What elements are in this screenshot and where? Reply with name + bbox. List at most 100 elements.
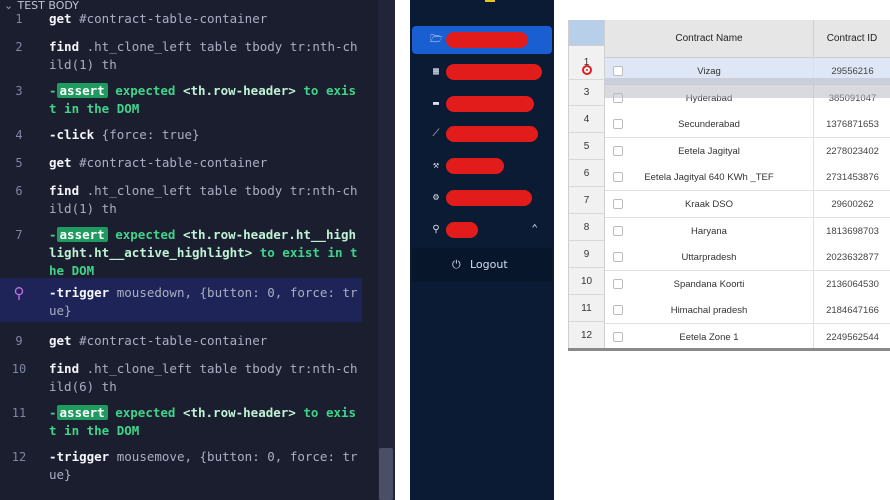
redacted-label (446, 158, 504, 174)
row-header[interactable]: 8 (569, 214, 605, 241)
table-row[interactable]: Spandana Koorti 2136064530 (605, 270, 890, 298)
row-checkbox[interactable] (613, 145, 623, 156)
command-row[interactable]: 7 - assert expected <th.row-header.ht__hig… (0, 226, 362, 284)
table-row[interactable]: Eetela Zone 1 2249562544 (605, 324, 890, 350)
table-row[interactable]: Himachal pradesh 2184647166 (605, 297, 890, 325)
command-token: .ht_clone_left table tbody tr:nth-child(… (49, 361, 358, 394)
row-checkbox[interactable] (613, 332, 623, 342)
sidebar-item-6[interactable]: ⚙ (412, 184, 552, 212)
contract-name-cell[interactable]: Eetela Zone 1 (605, 324, 814, 350)
sidebar-item-5[interactable]: ⚒ (412, 152, 552, 180)
command-number: 4 (15, 128, 23, 142)
contract-id-cell[interactable]: 2249562544 (814, 324, 890, 350)
row-checkbox[interactable] (613, 225, 623, 236)
contract-name-cell[interactable]: Haryana (605, 217, 814, 245)
row-header[interactable]: 3 (569, 80, 605, 106)
command-token: find (49, 361, 80, 376)
sidebar-item-4[interactable]: ⟋ (412, 120, 552, 148)
row-header[interactable]: 11 (569, 295, 605, 322)
contract-id-cell[interactable]: 2023632877 (814, 244, 890, 271)
table-row[interactable]: Secunderabad 1376871653 (605, 111, 890, 139)
command-row[interactable]: ⚲ -trigger mousedown, {button: 0, force: … (0, 278, 362, 322)
command-row[interactable]: 10 find .ht_clone_left table tbody tr:nth… (0, 360, 362, 400)
row-checkbox[interactable] (613, 66, 623, 76)
contract-name-cell[interactable]: Uttarpradesh (605, 244, 814, 272)
logout-button[interactable]: ⏻ Logout (412, 248, 552, 282)
contract-id-cell[interactable]: 2136064530 (814, 271, 890, 298)
contract-id-cell[interactable]: 1813698703 (814, 218, 890, 245)
command-token: #contract-table-container (71, 11, 268, 26)
command-row[interactable]: 2 find .ht_clone_left table tbody tr:nth-… (0, 38, 362, 78)
column-header[interactable]: Contract Name (605, 20, 814, 58)
command-number: 6 (15, 184, 23, 198)
command-row[interactable]: 3 - assert expected <th.row-header> to exi… (0, 82, 362, 122)
row-checkbox[interactable] (613, 199, 623, 209)
redacted-label (446, 96, 534, 112)
redacted-label (446, 32, 528, 48)
table-row[interactable]: Kraak DSO 29600262 (605, 191, 890, 218)
sidebar-item-7[interactable]: ⚲ ⌃ (412, 216, 552, 244)
row-header[interactable]: 6 (569, 160, 605, 187)
contract-name-cell[interactable]: Secunderabad (605, 111, 814, 139)
contract-name-cell[interactable]: Kraak DSO (605, 191, 814, 218)
table-row[interactable]: Haryana 1813698703 (605, 217, 890, 245)
sidebar-item-3[interactable]: ▬ (412, 90, 552, 118)
table-corner[interactable] (569, 20, 605, 46)
user-icon: ⚲ (432, 224, 440, 235)
table-bottom-border (568, 348, 890, 351)
contract-name-cell[interactable]: Eetela Jagityal (605, 137, 814, 165)
command-row[interactable]: 11 - assert expected <th.row-header> to ex… (0, 404, 362, 444)
contract-id-cell[interactable]: 29600262 (814, 191, 890, 218)
row-header[interactable]: 4 (569, 106, 605, 133)
redacted-label (446, 64, 542, 80)
command-text: - assert expected <th.row-header.ht__high… (49, 226, 361, 280)
contract-name-cell[interactable]: Himachal pradesh (605, 297, 814, 325)
command-token: expected (107, 227, 183, 242)
command-text: find .ht_clone_left table tbody tr:nth-c… (49, 38, 361, 74)
row-checkbox[interactable] (613, 172, 623, 183)
command-number: 5 (15, 156, 23, 170)
row-checkbox[interactable] (613, 278, 623, 289)
command-row[interactable]: 9 get #contract-table-container (0, 332, 362, 356)
command-token: #contract-table-container (71, 333, 268, 348)
column-header[interactable]: Contract ID (814, 20, 890, 58)
contract-id-cell[interactable]: 1376871653 (814, 111, 890, 138)
command-row[interactable]: 12 -trigger mousemove, {button: 0, force:… (0, 448, 362, 488)
contract-id-cell[interactable]: 2278023402 (814, 138, 890, 165)
command-token: -trigger (49, 285, 110, 300)
command-token: - (49, 405, 57, 420)
scrollbar-thumb[interactable] (379, 448, 393, 500)
command-text: - assert expected <th.row-header> to exis… (49, 404, 361, 440)
row-header[interactable]: 7 (569, 187, 605, 214)
command-log-panel: ⌄ TEST BODY 1 get #contract-table-contain… (0, 0, 395, 500)
command-token: <th.row-header> (182, 83, 296, 98)
command-row[interactable]: 6 find .ht_clone_left table tbody tr:nth-… (0, 182, 362, 222)
command-token: -click (49, 127, 95, 142)
contract-id-cell[interactable]: 2184647166 (814, 297, 890, 324)
command-row[interactable]: 4 -click {force: true} (0, 126, 362, 150)
scrollbar-track[interactable] (378, 0, 395, 500)
contract-id-cell[interactable]: 2731453876 (814, 164, 890, 191)
sidebar-item-2[interactable]: ▦ (412, 58, 552, 86)
contract-name-cell[interactable]: Spandana Koorti (605, 270, 814, 298)
row-checkbox[interactable] (613, 252, 623, 263)
contract-name-cell[interactable]: Eetela Jagityal 640 KWh _TEF (605, 164, 814, 192)
table-row[interactable]: Eetela Jagityal 2278023402 (605, 137, 890, 165)
row-header[interactable]: 9 (569, 241, 605, 268)
row-checkbox[interactable] (613, 119, 623, 130)
row-header[interactable]: 5 (569, 133, 605, 160)
logout-label: Logout (470, 258, 508, 271)
command-number: 11 (11, 406, 27, 420)
command-row[interactable]: 5 get #contract-table-container (0, 154, 362, 178)
command-token: .ht_clone_left table tbody tr:nth-child(… (49, 183, 358, 216)
redacted-label (446, 190, 532, 206)
row-header[interactable]: 12 (569, 322, 605, 350)
row-checkbox[interactable] (613, 305, 623, 316)
chevron-up-icon[interactable]: ⌃ (531, 222, 538, 235)
table-row[interactable]: Uttarpradesh 2023632877 (605, 244, 890, 272)
sidebar-item-1[interactable]: 🗁 (412, 26, 552, 54)
command-token: - (49, 227, 57, 242)
command-row[interactable]: 1 get #contract-table-container (0, 10, 362, 34)
table-row[interactable]: Eetela Jagityal 640 KWh _TEF 2731453876 (605, 164, 890, 192)
row-header[interactable]: 10 (569, 268, 605, 295)
